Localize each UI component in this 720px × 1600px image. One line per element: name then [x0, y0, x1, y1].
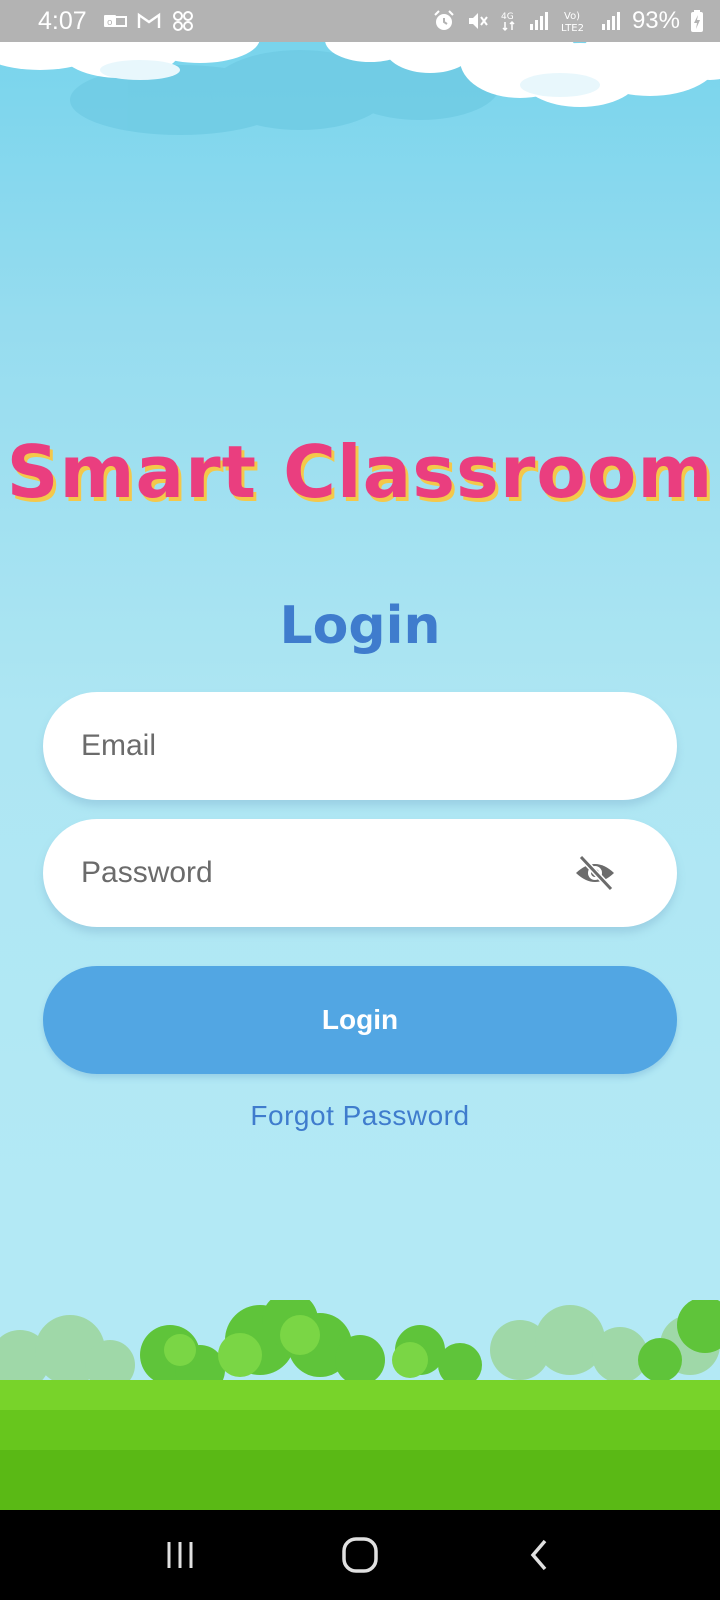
eye-off-icon[interactable] — [573, 853, 617, 893]
4g-icon: 4G — [500, 9, 518, 33]
navigation-bar — [0, 1510, 720, 1600]
svg-text:LTE2: LTE2 — [561, 23, 584, 34]
trees-grass-illustration — [0, 1300, 720, 1510]
recent-apps-icon[interactable] — [150, 1525, 210, 1585]
gmail-icon — [137, 11, 161, 31]
app-title: Smart Classroom — [6, 430, 714, 514]
volte-icon: Vo) LTE2 — [560, 8, 590, 34]
status-right: 4G Vo) LTE2 93% — [432, 7, 704, 35]
signal-icon — [528, 10, 550, 32]
clouds-illustration — [0, 30, 720, 135]
email-field[interactable] — [43, 692, 677, 800]
password-field[interactable] — [43, 819, 677, 927]
status-bar: 4:07 o 4G Vo) LTE2 93% — [0, 0, 720, 42]
apps-icon — [171, 9, 195, 33]
signal-icon — [600, 10, 622, 32]
outlook-icon: o — [103, 11, 127, 31]
status-time: 4:07 — [38, 6, 87, 35]
email-input[interactable] — [81, 729, 541, 763]
svg-text:Vo): Vo) — [564, 11, 580, 22]
alarm-icon — [432, 9, 456, 33]
mute-icon — [466, 9, 490, 33]
svg-text:4G: 4G — [501, 12, 514, 22]
login-heading: Login — [279, 596, 441, 656]
back-icon[interactable] — [510, 1525, 570, 1585]
login-button[interactable]: Login — [43, 966, 677, 1074]
battery-percentage: 93% — [631, 7, 680, 34]
password-input[interactable] — [81, 856, 541, 890]
svg-text:o: o — [107, 18, 113, 28]
forgot-password-link[interactable]: Forgot Password — [0, 1100, 720, 1132]
status-left: 4:07 o — [38, 7, 195, 36]
battery-charging-icon — [690, 9, 704, 33]
home-icon[interactable] — [330, 1525, 390, 1585]
